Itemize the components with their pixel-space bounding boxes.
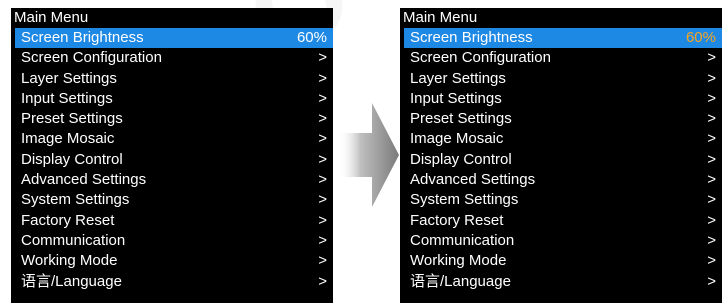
chevron-right-icon: >: [318, 110, 327, 128]
arrow-right-icon: [338, 100, 400, 210]
chevron-right-icon: >: [318, 171, 327, 189]
menu-item-preset-settings[interactable]: Preset Settings >: [400, 109, 722, 129]
menu-item-image-mosaic[interactable]: Image Mosaic >: [11, 129, 333, 149]
menu-item-label: 语言/Language: [21, 272, 122, 290]
menu-item-label: System Settings: [21, 191, 130, 209]
brightness-value: 60%: [296, 29, 327, 46]
menu-item-image-mosaic[interactable]: Image Mosaic >: [400, 129, 722, 149]
chevron-right-icon: >: [318, 231, 327, 249]
chevron-right-icon: >: [707, 191, 716, 209]
chevron-right-icon: >: [707, 110, 716, 128]
menu-item-system-settings[interactable]: System Settings >: [400, 190, 722, 210]
menu-item-screen-configuration[interactable]: Screen Configuration >: [11, 48, 333, 68]
menu-item-screen-configuration[interactable]: Screen Configuration >: [400, 48, 722, 68]
menu-item-working-mode[interactable]: Working Mode >: [400, 251, 722, 271]
menu-item-label: Preset Settings: [410, 110, 512, 128]
chevron-right-icon: >: [318, 69, 327, 87]
menu-item-layer-settings[interactable]: Layer Settings >: [11, 69, 333, 89]
menu-item-advanced-settings[interactable]: Advanced Settings >: [11, 170, 333, 190]
chevron-right-icon: >: [707, 150, 716, 168]
menu-item-input-settings[interactable]: Input Settings >: [11, 89, 333, 109]
main-menu-panel-before: Main Menu Screen Brightness 60% Screen C…: [11, 8, 333, 303]
main-menu-panel-after: Main Menu Screen Brightness 60% Screen C…: [400, 8, 722, 303]
menu-item-label: Factory Reset: [21, 211, 115, 229]
menu-item-system-settings[interactable]: System Settings >: [11, 190, 333, 210]
menu-item-label: Image Mosaic: [21, 130, 115, 148]
menu-item-label: Layer Settings: [410, 69, 506, 87]
menu-item-label: Display Control: [21, 150, 123, 168]
menu-item-factory-reset[interactable]: Factory Reset >: [11, 211, 333, 231]
chevron-right-icon: >: [318, 252, 327, 270]
chevron-right-icon: >: [707, 171, 716, 189]
menu-item-label: Screen Configuration: [410, 49, 551, 67]
menu-item-label: Working Mode: [410, 252, 507, 270]
menu-item-advanced-settings[interactable]: Advanced Settings >: [400, 170, 722, 190]
menu-list: Screen Brightness 60% Screen Configurati…: [11, 28, 333, 292]
menu-item-screen-brightness[interactable]: Screen Brightness 60%: [404, 28, 722, 49]
menu-item-screen-brightness[interactable]: Screen Brightness 60%: [15, 28, 333, 49]
chevron-right-icon: >: [707, 211, 716, 229]
menu-item-label: Input Settings: [410, 89, 502, 107]
chevron-right-icon: >: [318, 191, 327, 209]
menu-item-label: System Settings: [410, 191, 519, 209]
menu-item-input-settings[interactable]: Input Settings >: [400, 89, 722, 109]
menu-item-language[interactable]: 语言/Language >: [11, 272, 333, 292]
menu-item-label: Input Settings: [21, 89, 113, 107]
chevron-right-icon: >: [318, 272, 327, 290]
menu-item-label: Factory Reset: [410, 211, 504, 229]
menu-item-label: Layer Settings: [21, 69, 117, 87]
menu-item-language[interactable]: 语言/Language >: [400, 272, 722, 292]
menu-item-label: Advanced Settings: [410, 171, 536, 189]
menu-item-label: Image Mosaic: [410, 130, 504, 148]
menu-item-label: Screen Brightness: [21, 29, 144, 46]
chevron-right-icon: >: [707, 49, 716, 67]
menu-item-display-control[interactable]: Display Control >: [11, 150, 333, 170]
chevron-right-icon: >: [707, 130, 716, 148]
chevron-right-icon: >: [707, 69, 716, 87]
menu-item-communication[interactable]: Communication >: [11, 231, 333, 251]
chevron-right-icon: >: [707, 89, 716, 107]
menu-item-preset-settings[interactable]: Preset Settings >: [11, 109, 333, 129]
chevron-right-icon: >: [707, 252, 716, 270]
menu-item-display-control[interactable]: Display Control >: [400, 150, 722, 170]
menu-item-label: Communication: [410, 231, 515, 249]
menu-list: Screen Brightness 60% Screen Configurati…: [400, 28, 722, 292]
menu-item-label: Communication: [21, 231, 126, 249]
brightness-value[interactable]: 60%: [686, 28, 718, 48]
chevron-right-icon: >: [318, 211, 327, 229]
menu-item-layer-settings[interactable]: Layer Settings >: [400, 69, 722, 89]
menu-item-working-mode[interactable]: Working Mode >: [11, 251, 333, 271]
menu-item-factory-reset[interactable]: Factory Reset >: [400, 211, 722, 231]
chevron-right-icon: >: [707, 272, 716, 290]
panel-title: Main Menu: [400, 8, 722, 28]
menu-item-label: Display Control: [410, 150, 512, 168]
menu-item-label: 语言/Language: [410, 272, 511, 290]
chevron-right-icon: >: [318, 49, 327, 67]
menu-item-label: Advanced Settings: [21, 171, 147, 189]
chevron-right-icon: >: [318, 150, 327, 168]
menu-item-label: Preset Settings: [21, 110, 123, 128]
chevron-right-icon: >: [318, 89, 327, 107]
menu-item-label: Screen Configuration: [21, 49, 162, 67]
chevron-right-icon: >: [707, 231, 716, 249]
menu-item-label: Working Mode: [21, 252, 118, 270]
chevron-right-icon: >: [318, 130, 327, 148]
menu-item-communication[interactable]: Communication >: [400, 231, 722, 251]
panel-title: Main Menu: [11, 8, 333, 28]
menu-item-label: Screen Brightness: [410, 29, 533, 46]
